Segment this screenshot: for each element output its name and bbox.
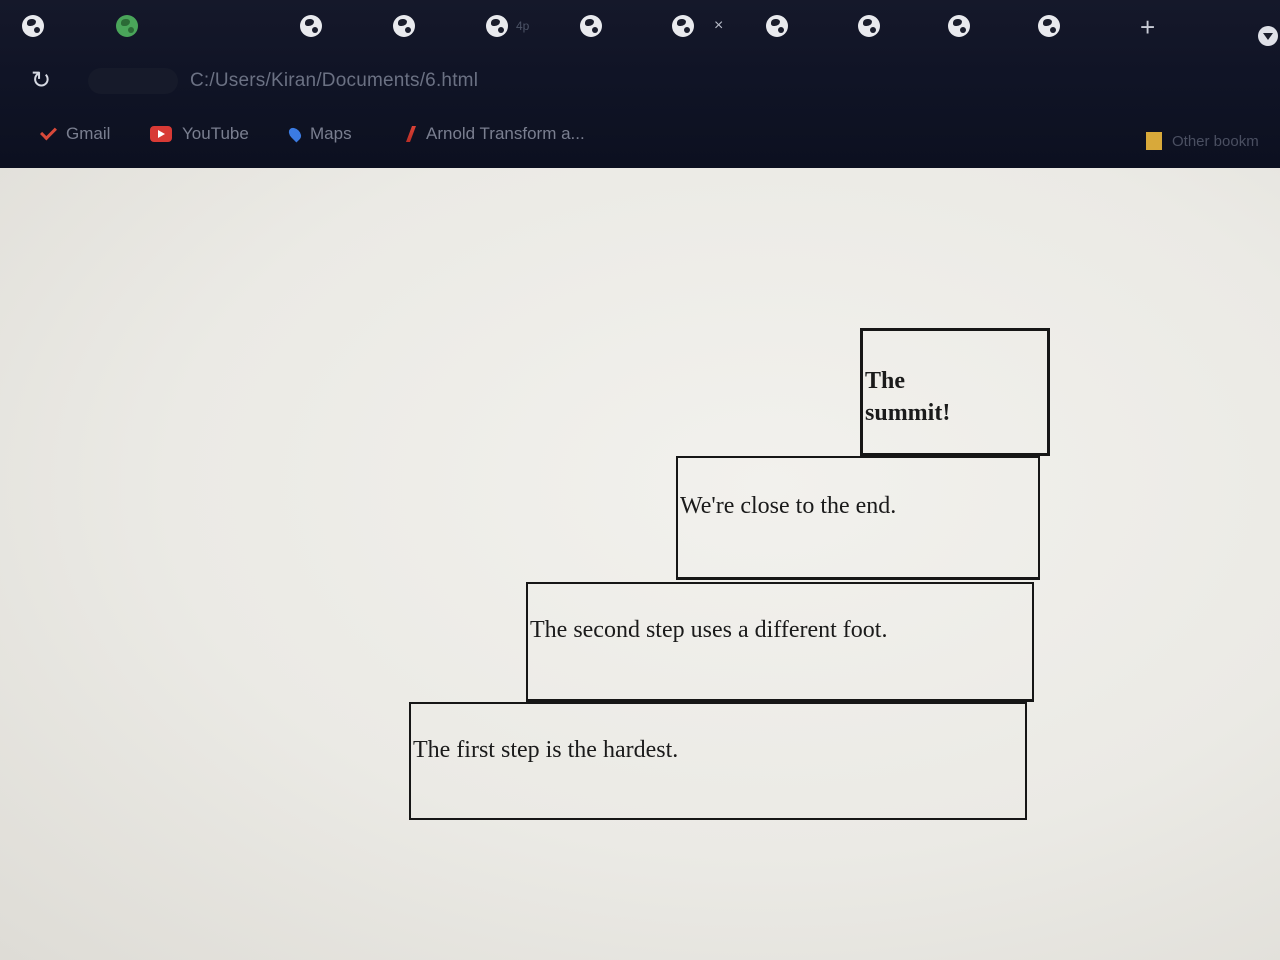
- tab[interactable]: [300, 8, 330, 44]
- tab[interactable]: [580, 8, 610, 44]
- step-box-2: The second step uses a different foot.: [526, 582, 1034, 702]
- other-bookmarks[interactable]: Other bookm: [1146, 132, 1259, 150]
- site-info-chip[interactable]: [88, 68, 178, 94]
- globe-icon: [22, 15, 44, 37]
- close-icon[interactable]: ×: [714, 17, 723, 35]
- bookmark-maps[interactable]: Maps: [286, 122, 352, 146]
- step-text: The first step is the hardest.: [413, 737, 679, 763]
- step-text: We're close to the end.: [680, 493, 897, 519]
- globe-icon: [486, 15, 508, 37]
- globe-icon: [858, 15, 880, 37]
- whatsapp-icon: [116, 15, 138, 37]
- toolbar: ↻ C:/Users/Kiran/Documents/6.html: [0, 56, 1280, 108]
- new-tab-button[interactable]: +: [1140, 14, 1155, 40]
- bookmark-arnold[interactable]: Arnold Transform a...: [406, 122, 585, 146]
- step-text: The second step uses a different foot.: [530, 617, 888, 643]
- browser-chrome: 4p × + ↻ C:/Users/Kiran/Documents/6.html…: [0, 0, 1280, 168]
- folder-icon: [1146, 132, 1162, 150]
- tab[interactable]: [22, 8, 52, 44]
- step-box-1: The first step is the hardest.: [409, 702, 1027, 820]
- globe-icon: [1038, 15, 1060, 37]
- address-bar[interactable]: C:/Users/Kiran/Documents/6.html: [190, 68, 478, 94]
- maps-icon: [286, 125, 304, 143]
- acrobat-icon: [406, 126, 416, 142]
- bookmark-label: Arnold Transform a...: [426, 124, 585, 143]
- tab[interactable]: 4p: [486, 8, 529, 44]
- tab[interactable]: [393, 8, 423, 44]
- step-box-summit: The summit!: [860, 328, 1050, 456]
- gmail-icon: [40, 128, 56, 140]
- tab-label: 4p: [516, 19, 530, 33]
- globe-icon: [672, 15, 694, 37]
- tab[interactable]: [858, 8, 888, 44]
- tab[interactable]: [948, 8, 978, 44]
- tab[interactable]: [1038, 8, 1068, 44]
- youtube-icon: [150, 126, 172, 142]
- bookmark-label: Gmail: [66, 124, 111, 143]
- tab[interactable]: [116, 8, 146, 44]
- globe-icon: [300, 15, 322, 37]
- step-box-3: We're close to the end.: [676, 456, 1040, 580]
- bookmark-label: YouTube: [182, 124, 249, 143]
- tab-strip: 4p × +: [0, 0, 1280, 56]
- other-bookmarks-label: Other bookm: [1172, 132, 1259, 150]
- page-viewport: The first step is the hardest. The secon…: [0, 168, 1280, 960]
- globe-icon: [580, 15, 602, 37]
- profile-menu-icon[interactable]: [1258, 26, 1278, 46]
- globe-icon: [948, 15, 970, 37]
- globe-icon: [393, 15, 415, 37]
- step-text: The summit!: [865, 368, 951, 426]
- bookmark-youtube[interactable]: YouTube: [150, 122, 249, 146]
- bookmark-gmail[interactable]: Gmail: [40, 122, 110, 146]
- tab-active[interactable]: ×: [672, 8, 723, 44]
- bookmark-label: Maps: [310, 124, 352, 143]
- bookmarks-bar: Gmail YouTube Maps Arnold Transform a...: [0, 112, 1280, 160]
- reload-icon[interactable]: ↻: [28, 68, 54, 94]
- tab[interactable]: [766, 8, 796, 44]
- globe-icon: [766, 15, 788, 37]
